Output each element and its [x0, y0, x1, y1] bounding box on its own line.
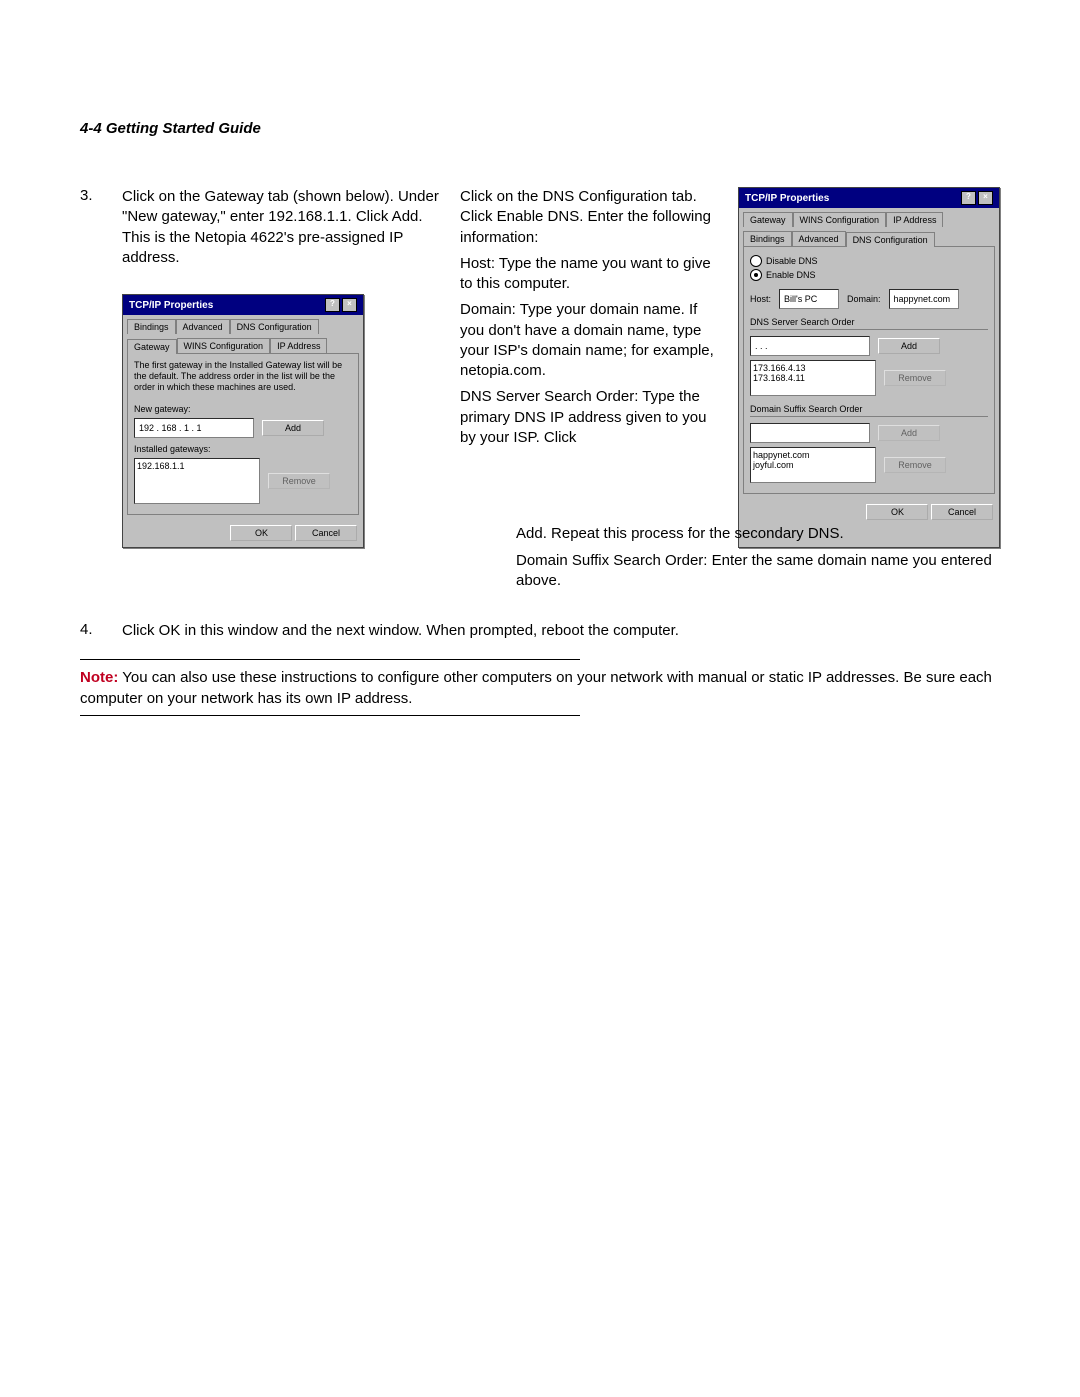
- tab-advanced[interactable]: Advanced: [792, 231, 846, 246]
- cancel-button[interactable]: Cancel: [295, 525, 357, 541]
- dns-list-item[interactable]: 173.166.4.13: [753, 363, 873, 373]
- gateway-dialog: TCP/IP Properties ? × Bindings Advanced …: [122, 294, 364, 548]
- tab-ip-address[interactable]: IP Address: [270, 338, 327, 353]
- dns-order-label: DNS Server Search Order: [750, 317, 988, 327]
- page: 4-4 Getting Started Guide 3. Click on th…: [0, 0, 1080, 1397]
- disable-dns-label: Disable DNS: [766, 256, 818, 266]
- help-icon[interactable]: ?: [961, 191, 976, 205]
- installed-gateways-label: Installed gateways:: [134, 444, 352, 454]
- remove-gateway-button[interactable]: Remove: [268, 473, 330, 489]
- cancel-button[interactable]: Cancel: [931, 504, 993, 520]
- ok-button[interactable]: OK: [230, 525, 292, 541]
- note-text: You can also use these instructions to c…: [80, 669, 992, 706]
- step-3-dns-part1: DNS Server Search Order: Type the primar…: [460, 387, 724, 448]
- two-column-layout: 3. Click on the Gateway tab (shown below…: [80, 187, 1000, 548]
- add-suffix-button[interactable]: Add: [878, 425, 940, 441]
- add-gateway-button[interactable]: Add: [262, 420, 324, 436]
- tab-dns-configuration[interactable]: DNS Configuration: [230, 319, 319, 334]
- step-3-host: Host: Type the name you want to give to …: [460, 254, 724, 295]
- tab-wins-configuration[interactable]: WINS Configuration: [793, 212, 887, 227]
- dns-list[interactable]: 173.166.4.13 173.168.4.11: [750, 360, 876, 396]
- close-icon[interactable]: ×: [978, 191, 993, 205]
- note-text-wrap: Note: You can also use these instruction…: [80, 668, 1000, 709]
- suffix-list-item[interactable]: happynet.com: [753, 450, 873, 460]
- installed-gateways-list[interactable]: 192.168.1.1: [134, 458, 260, 504]
- gateway-dialog-tabs-row1: Bindings Advanced DNS Configuration: [123, 315, 363, 334]
- suffix-list-item[interactable]: joyful.com: [753, 460, 873, 470]
- tab-wins-configuration[interactable]: WINS Configuration: [177, 338, 271, 353]
- right-column: Click on the DNS Configuration tab. Clic…: [460, 187, 1000, 548]
- gateway-description: The first gateway in the Installed Gatew…: [134, 360, 352, 392]
- gateway-dialog-buttons: OK Cancel: [123, 519, 363, 547]
- dns-dialog-tabs-row2: Bindings Advanced DNS Configuration: [739, 227, 999, 246]
- host-label: Host:: [750, 294, 771, 304]
- dns-list-item[interactable]: 173.168.4.11: [753, 373, 873, 383]
- gateway-dialog-title: TCP/IP Properties: [129, 300, 213, 311]
- right-text-block: Click on the DNS Configuration tab. Clic…: [460, 187, 724, 548]
- suffix-list[interactable]: happynet.com joyful.com: [750, 447, 876, 483]
- dns-dialog-panel: Disable DNS Enable DNS Host: Bill's PC D…: [743, 246, 995, 494]
- tab-gateway[interactable]: Gateway: [743, 212, 793, 227]
- step-4: 4. Click OK in this window and the next …: [80, 621, 1000, 647]
- tab-bindings[interactable]: Bindings: [127, 319, 176, 334]
- step-3-right-intro: Click on the DNS Configuration tab. Clic…: [460, 187, 724, 248]
- tab-bindings[interactable]: Bindings: [743, 231, 792, 246]
- suffix-order-label: Domain Suffix Search Order: [750, 404, 988, 414]
- remove-suffix-button[interactable]: Remove: [884, 457, 946, 473]
- dns-dialog-tabs-row1: Gateway WINS Configuration IP Address: [739, 208, 999, 227]
- enable-dns-radio[interactable]: Enable DNS: [750, 269, 988, 281]
- help-icon[interactable]: ?: [325, 298, 340, 312]
- close-icon[interactable]: ×: [342, 298, 357, 312]
- dns-dialog-buttons: OK Cancel: [739, 498, 999, 526]
- tab-ip-address[interactable]: IP Address: [886, 212, 943, 227]
- ok-button[interactable]: OK: [866, 504, 928, 520]
- suffix-entry-input[interactable]: [750, 423, 870, 443]
- gateway-dialog-panel: The first gateway in the Installed Gatew…: [127, 353, 359, 515]
- installed-gateway-item[interactable]: 192.168.1.1: [137, 461, 257, 471]
- page-header: 4-4 Getting Started Guide: [80, 120, 1000, 137]
- add-dns-button[interactable]: Add: [878, 338, 940, 354]
- radio-icon: [750, 269, 762, 281]
- gateway-dialog-tabs-row2: Gateway WINS Configuration IP Address: [123, 334, 363, 353]
- note-rule-top: [80, 659, 580, 660]
- remove-dns-button[interactable]: Remove: [884, 370, 946, 386]
- step-3-left: 3. Click on the Gateway tab (shown below…: [80, 187, 440, 274]
- step-4-text: Click OK in this window and the next win…: [122, 621, 679, 641]
- step-3-suffix: Domain Suffix Search Order: Enter the sa…: [516, 551, 1000, 592]
- dns-entry-input[interactable]: . . .: [750, 336, 870, 356]
- tab-advanced[interactable]: Advanced: [176, 319, 230, 334]
- new-gateway-label: New gateway:: [134, 404, 352, 414]
- domain-input[interactable]: happynet.com: [889, 289, 959, 309]
- left-column: 3. Click on the Gateway tab (shown below…: [80, 187, 440, 548]
- step-3-number: 3.: [80, 187, 122, 274]
- note-block: Note: You can also use these instruction…: [80, 659, 1000, 716]
- tab-gateway[interactable]: Gateway: [127, 339, 177, 354]
- new-gateway-input[interactable]: 192 . 168 . 1 . 1: [134, 418, 254, 438]
- disable-dns-radio[interactable]: Disable DNS: [750, 255, 988, 267]
- tab-dns-configuration[interactable]: DNS Configuration: [846, 232, 935, 247]
- note-rule-bottom: [80, 715, 580, 716]
- radio-icon: [750, 255, 762, 267]
- dns-dialog-title: TCP/IP Properties: [745, 193, 829, 204]
- domain-label: Domain:: [847, 294, 881, 304]
- step-4-number: 4.: [80, 621, 122, 647]
- host-input[interactable]: Bill's PC: [779, 289, 839, 309]
- note-label: Note:: [80, 669, 118, 686]
- step-3-left-text: Click on the Gateway tab (shown below). …: [122, 187, 440, 268]
- step-3-domain: Domain: Type your domain name. If you do…: [460, 300, 724, 381]
- enable-dns-label: Enable DNS: [766, 270, 816, 280]
- dns-dialog-titlebar: TCP/IP Properties ? ×: [739, 188, 999, 208]
- dns-dialog: TCP/IP Properties ? × Gateway WINS Confi…: [738, 187, 1000, 548]
- gateway-dialog-titlebar: TCP/IP Properties ? ×: [123, 295, 363, 315]
